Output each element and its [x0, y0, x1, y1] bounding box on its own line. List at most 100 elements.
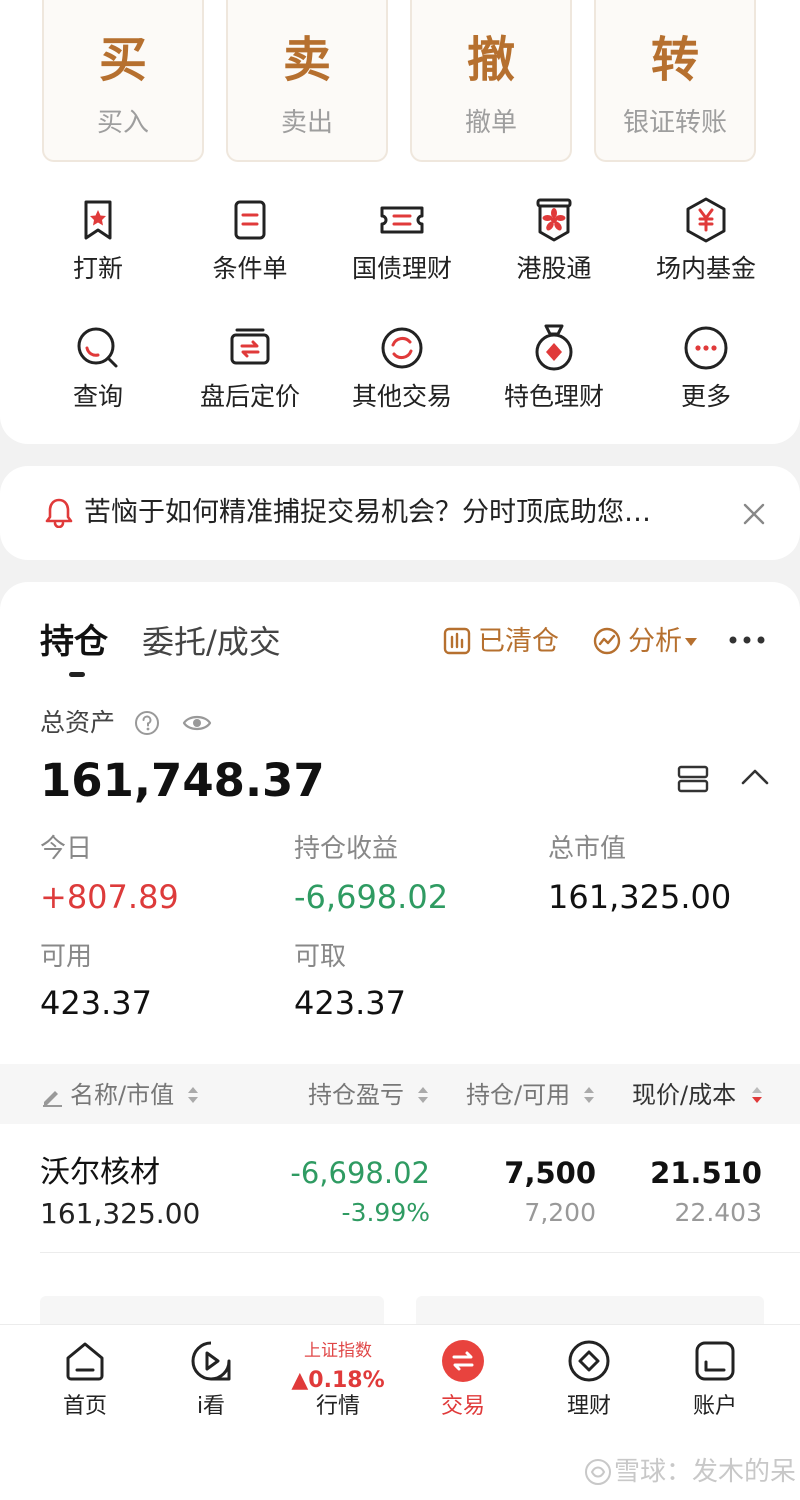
- help-icon[interactable]: [134, 710, 160, 736]
- grid-item-hk-connect[interactable]: 港股通: [479, 194, 629, 304]
- sell-glyph: 卖: [282, 32, 331, 88]
- nav-label: 账户: [692, 1394, 737, 1419]
- position-pnl-value: -6,698.02: [294, 878, 449, 916]
- stock-pnl-pct: -3.99%: [341, 1198, 430, 1227]
- close-icon[interactable]: [742, 502, 766, 526]
- sort-icon[interactable]: [416, 1084, 430, 1106]
- caret-down-icon: [685, 638, 697, 646]
- grid-item-after-hours-pricing[interactable]: 盘后定价: [175, 322, 325, 432]
- hk-connect-icon: [536, 198, 572, 242]
- notice-bar[interactable]: 苦恼于如何精准捕捉交易机会？分时顶底助您…: [0, 466, 800, 560]
- cancel-label: 撤单: [464, 108, 517, 138]
- stock-name: 沃尔核材: [40, 1155, 160, 1190]
- more-icon: [684, 326, 728, 370]
- sort-active-icon[interactable]: [750, 1084, 764, 1106]
- grid-label: 港股通: [516, 254, 592, 283]
- analysis-button[interactable]: 分析: [592, 622, 708, 662]
- stock-pnl: -6,698.02: [290, 1156, 430, 1190]
- query-icon: [77, 327, 118, 368]
- total-assets-label: 总资产: [40, 708, 116, 737]
- nav-label: 首页: [62, 1394, 107, 1419]
- col-pnl[interactable]: 持仓盈亏: [308, 1078, 404, 1112]
- stock-cost: 22.403: [674, 1198, 762, 1227]
- grid-item-query[interactable]: 查询: [23, 322, 173, 432]
- grid-item-new-stock[interactable]: 打新: [23, 194, 173, 304]
- grid-item-more[interactable]: 更多: [631, 322, 781, 432]
- stock-available: 7,200: [524, 1198, 596, 1227]
- tab-holdings[interactable]: 持仓: [40, 620, 108, 664]
- nav-label: 行情: [315, 1394, 360, 1419]
- grid-label: 特色理财: [503, 382, 604, 411]
- exchange-fund-icon: [686, 197, 726, 243]
- market-value-value: 161,325.00: [548, 878, 732, 916]
- nav-watch[interactable]: i看: [156, 1338, 266, 1428]
- buy-glyph: 买: [98, 32, 147, 88]
- sell-label: 卖出: [280, 108, 333, 138]
- col-position[interactable]: 持仓/可用: [466, 1078, 570, 1112]
- grid-label: 更多: [680, 382, 731, 411]
- after-hours-pricing-icon: [230, 328, 270, 365]
- promo-card-left[interactable]: [40, 1296, 384, 1324]
- available-value: 423.37: [40, 984, 152, 1022]
- edit-icon[interactable]: [40, 1084, 64, 1108]
- eye-icon[interactable]: [182, 710, 212, 736]
- treasury-bond-icon: [380, 206, 424, 234]
- more-options-icon[interactable]: [728, 634, 766, 646]
- new-stock-icon: [84, 200, 112, 240]
- transfer-label: 银证转账: [622, 108, 727, 138]
- grid-label: 场内基金: [655, 254, 756, 283]
- cleared-icon: [443, 627, 471, 655]
- bank-transfer-button[interactable]: 转 银证转账: [594, 0, 756, 162]
- grid-item-condition-order[interactable]: 条件单: [175, 194, 325, 304]
- nav-trade[interactable]: 交易: [408, 1338, 518, 1428]
- grid-label: 查询: [72, 382, 123, 411]
- play-icon: [191, 1341, 231, 1381]
- grid-item-treasury-bond[interactable]: 国债理财: [327, 194, 477, 304]
- col-name[interactable]: 名称/市值: [70, 1078, 174, 1112]
- grid-label: 条件单: [212, 254, 288, 283]
- withdrawable-value: 423.37: [294, 984, 406, 1022]
- analysis-label: 分析: [628, 626, 682, 657]
- bell-icon: [45, 498, 73, 528]
- index-name: 上证指数: [304, 1341, 372, 1361]
- col-price[interactable]: 现价/成本: [632, 1078, 736, 1112]
- trade-icon: [442, 1340, 484, 1382]
- nav-label: 理财: [566, 1394, 611, 1419]
- tab-orders[interactable]: 委托/成交: [142, 620, 281, 664]
- cleared-button[interactable]: 已清仓: [442, 622, 572, 662]
- account-icon: [695, 1341, 735, 1381]
- watermark-text: 雪球：发木的呆: [614, 1457, 797, 1487]
- layout-toggle-icon[interactable]: [676, 764, 710, 794]
- grid-label: 盘后定价: [199, 382, 300, 411]
- tab-active-indicator: [69, 672, 85, 677]
- stock-price: 21.510: [650, 1156, 762, 1190]
- condition-order-icon: [234, 200, 266, 240]
- nav-home[interactable]: 首页: [30, 1338, 140, 1428]
- row-divider: [40, 1252, 800, 1253]
- nav-label: i看: [196, 1394, 226, 1419]
- analysis-icon: [593, 627, 621, 655]
- nav-wealth[interactable]: 理财: [534, 1338, 644, 1428]
- today-value: +807.89: [40, 878, 179, 916]
- sort-icon[interactable]: [186, 1084, 200, 1106]
- promo-card-right[interactable]: [416, 1296, 764, 1324]
- cancel-glyph: 撤: [466, 32, 515, 88]
- snowball-logo-icon: [585, 1459, 611, 1485]
- home-icon: [66, 1342, 104, 1381]
- sort-icon[interactable]: [582, 1084, 596, 1106]
- grid-item-other-trade[interactable]: 其他交易: [327, 322, 477, 432]
- chevron-up-icon[interactable]: [740, 766, 770, 788]
- grid-item-exchange-fund[interactable]: 场内基金: [631, 194, 781, 304]
- today-label: 今日: [40, 834, 93, 864]
- grid-item-featured-wealth[interactable]: 特色理财: [479, 322, 629, 432]
- cleared-label: 已清仓: [478, 626, 559, 657]
- featured-wealth-icon: [535, 324, 573, 371]
- buy-button[interactable]: 买 买入: [42, 0, 204, 162]
- transfer-glyph: 转: [650, 32, 699, 88]
- position-pnl-label: 持仓收益: [294, 834, 399, 864]
- stock-market-value: 161,325.00: [40, 1197, 201, 1230]
- cancel-order-button[interactable]: 撤 撤单: [410, 0, 572, 162]
- sell-button[interactable]: 卖 卖出: [226, 0, 388, 162]
- market-value-label: 总市值: [548, 834, 627, 864]
- nav-account[interactable]: 账户: [660, 1338, 770, 1428]
